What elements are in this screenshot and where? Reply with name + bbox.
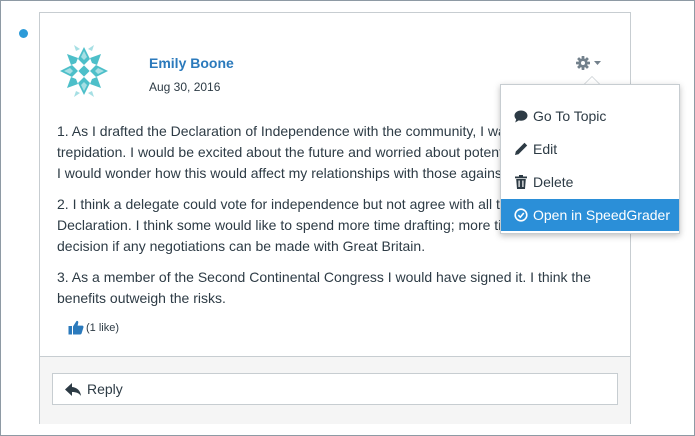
- post-date: Aug 30, 2016: [149, 80, 221, 94]
- chevron-down-icon: [594, 61, 601, 65]
- thumbs-up-icon: [68, 320, 84, 335]
- menu-item-edit[interactable]: Edit: [501, 133, 679, 165]
- entry-actions-menu: Go To Topic Edit Delete Open in SpeedGra…: [500, 84, 680, 234]
- avatar[interactable]: [54, 41, 114, 101]
- gear-icon: [576, 56, 601, 70]
- menu-item-open-in-speedgrader[interactable]: Open in SpeedGrader: [501, 199, 679, 231]
- trash-icon: [513, 175, 528, 190]
- menu-item-label: Go To Topic: [533, 108, 607, 124]
- discussion-window: Emily Boone Aug 30, 2016 1. As I drafted…: [0, 0, 695, 436]
- menu-item-delete[interactable]: Delete: [501, 166, 679, 198]
- like-count: (1 like): [86, 321, 120, 334]
- avatar-pattern-icon: [54, 41, 114, 101]
- reply-button[interactable]: Reply: [52, 373, 618, 405]
- reply-area: Reply: [40, 356, 630, 424]
- pencil-icon: [513, 142, 528, 157]
- menu-item-label: Delete: [533, 174, 574, 190]
- like-button[interactable]: (1 like): [68, 320, 119, 335]
- speech-bubble-icon: [513, 109, 528, 124]
- menu-caret: [584, 76, 600, 84]
- menu-item-label: Open in SpeedGrader: [533, 207, 670, 223]
- menu-item-go-to-topic[interactable]: Go To Topic: [501, 100, 679, 132]
- reply-label: Reply: [87, 381, 123, 397]
- reply-arrow-icon: [65, 382, 81, 396]
- speedgrader-icon: [513, 208, 528, 223]
- menu-item-label: Edit: [533, 141, 558, 157]
- author-name-link[interactable]: Emily Boone: [149, 55, 234, 71]
- entry-settings-button[interactable]: [575, 55, 605, 71]
- unread-indicator: [19, 29, 28, 38]
- message-paragraph-3: 3. As a member of the Second Continental…: [57, 269, 591, 306]
